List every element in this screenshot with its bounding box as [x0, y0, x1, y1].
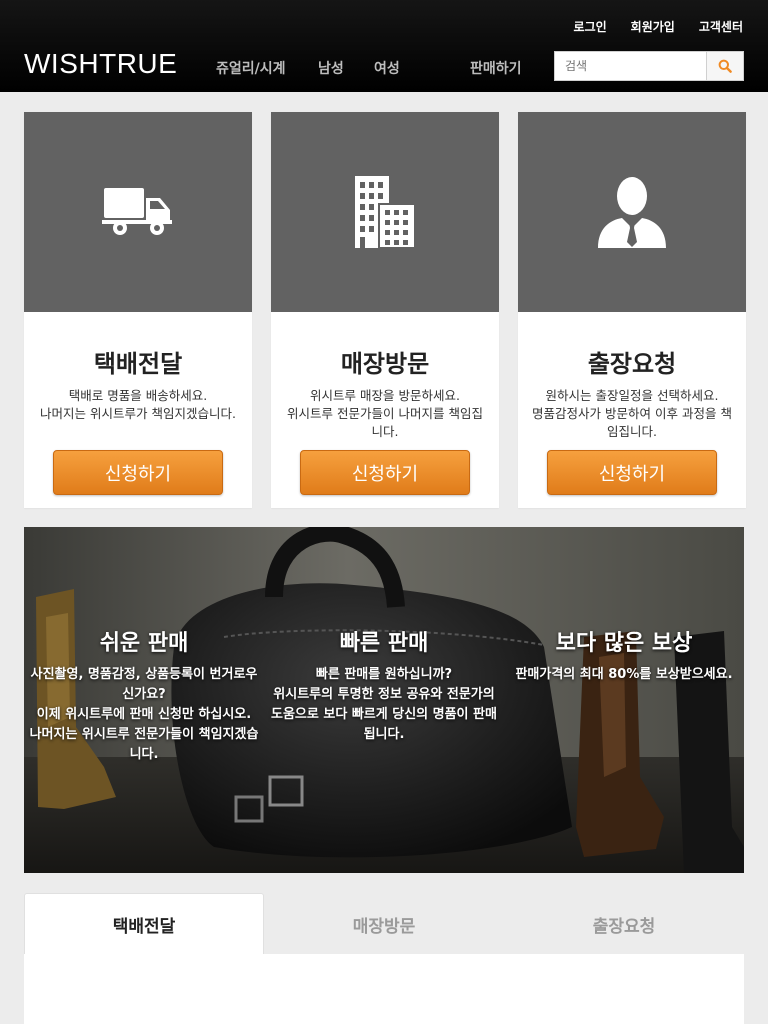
magnifier-icon	[718, 59, 732, 73]
banner-title: 빠른 판매	[339, 631, 429, 656]
service-card-store-visit: 매장방문 위시트루 매장을 방문하세요. 위시트루 전문가들이 나머지를 책임집니…	[271, 112, 499, 508]
banner-text: 빠른 판매를 원하십니까? 위시트루의 투명한 정보 공유와 전문가의 도움으로 …	[271, 667, 497, 742]
tab-store-visit[interactable]: 매장방문	[264, 893, 504, 955]
nav-men[interactable]: 남성	[318, 58, 344, 78]
top-links: 로그인 회원가입 고객센터	[574, 18, 743, 35]
service-card-delivery: 택배전달 택배로 명품을 배송하세요. 나머지는 위시트루가 책임지겠습니다. 신…	[24, 112, 252, 508]
apply-button[interactable]: 신청하기	[53, 450, 223, 495]
card-icon-area	[518, 112, 746, 312]
card-title: 택배전달	[93, 350, 183, 378]
search-bar	[554, 51, 744, 81]
customer-center-link[interactable]: 고객센터	[699, 18, 743, 35]
apply-button[interactable]: 신청하기	[547, 450, 717, 495]
tab-outcall[interactable]: 출장요청	[504, 893, 744, 955]
banner-title: 보다 많은 보상	[555, 631, 693, 656]
search-input[interactable]	[554, 51, 706, 81]
card-icon-area	[24, 112, 252, 312]
nav-women[interactable]: 여성	[374, 58, 400, 78]
search-button[interactable]	[706, 51, 744, 81]
service-card-outcall: 출장요청 원하시는 출장일정을 선택하세요. 명품감정사가 방문하여 이후 과정을…	[518, 112, 746, 508]
truck-icon	[102, 188, 172, 235]
promo-banner: 쉬운 판매 사진촬영, 명품감정, 상품등록이 번거로우신가요? 이제 위시트루에…	[24, 527, 744, 873]
card-icon-area	[271, 112, 499, 312]
site-header: 로그인 회원가입 고객센터 WISHTRUE 쥬얼리/시계 남성 여성 판매하기	[0, 0, 768, 92]
banner-col-easy-sale: 쉬운 판매 사진촬영, 명품감정, 상품등록이 번거로우신가요? 이제 위시트루에…	[24, 625, 264, 765]
card-title: 출장요청	[587, 350, 677, 378]
card-description: 택배로 명품을 배송하세요. 나머지는 위시트루가 책임지겠습니다.	[40, 388, 236, 421]
tab-delivery[interactable]: 택배전달	[24, 893, 264, 955]
card-description: 위시트루 매장을 방문하세요. 위시트루 전문가들이 나머지를 책임집니다.	[287, 388, 483, 439]
person-icon	[598, 177, 666, 248]
building-icon	[355, 176, 415, 248]
banner-title: 쉬운 판매	[99, 631, 189, 656]
signup-link[interactable]: 회원가입	[631, 18, 675, 35]
service-cards: 택배전달 택배로 명품을 배송하세요. 나머지는 위시트루가 책임지겠습니다. 신…	[24, 112, 746, 508]
banner-text: 판매가격의 최대 80%를 보상받으세요.	[515, 667, 733, 682]
nav-jewelry-watch[interactable]: 쥬얼리/시계	[216, 58, 286, 78]
card-description: 원하시는 출장일정을 선택하세요. 명품감정사가 방문하여 이후 과정을 책임집니…	[532, 388, 732, 439]
banner-text: 사진촬영, 명품감정, 상품등록이 번거로우신가요? 이제 위시트루에 판매 신청…	[29, 667, 259, 762]
card-title: 매장방문	[340, 350, 430, 378]
banner-col-more-reward: 보다 많은 보상 판매가격의 최대 80%를 보상받으세요.	[504, 625, 744, 685]
nav-sell[interactable]: 판매하기	[470, 58, 522, 78]
site-logo[interactable]: WISHTRUE	[24, 48, 177, 80]
banner-col-fast-sale: 빠른 판매 빠른 판매를 원하십니까? 위시트루의 투명한 정보 공유와 전문가의…	[264, 625, 504, 745]
apply-button[interactable]: 신청하기	[300, 450, 470, 495]
tab-content-panel	[24, 954, 744, 1024]
login-link[interactable]: 로그인	[574, 18, 607, 35]
service-tabs: 택배전달 매장방문 출장요청	[24, 893, 744, 955]
